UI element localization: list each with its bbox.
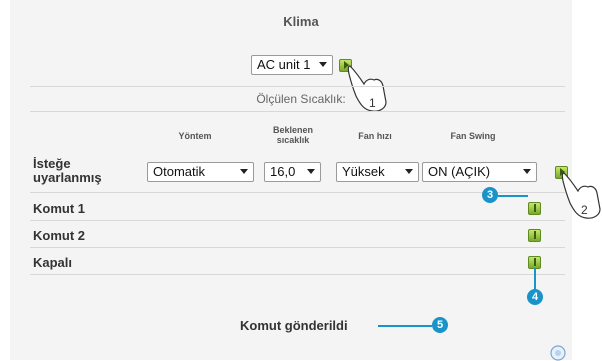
command-1-label: Komut 1 bbox=[33, 201, 85, 216]
custom-row-label: İsteğe uyarlanmış bbox=[33, 157, 102, 185]
callout-5-line bbox=[378, 325, 432, 327]
column-mode: Yöntem bbox=[178, 131, 212, 141]
divider-top bbox=[30, 86, 565, 87]
callout-5: 5 bbox=[432, 317, 448, 333]
callout-3: 3 bbox=[482, 187, 498, 203]
hand-cursor-icon bbox=[347, 65, 387, 112]
setpoint-select-value: 16,0 bbox=[270, 164, 296, 179]
chevron-down-icon bbox=[523, 169, 531, 174]
callout-4-line bbox=[534, 268, 536, 290]
fan-swing-select-value: ON (AÇIK) bbox=[428, 164, 491, 179]
callout-3-line bbox=[498, 195, 528, 197]
column-setpoint-line2: sıcaklık bbox=[276, 135, 310, 145]
chevron-down-icon bbox=[240, 169, 248, 174]
column-setpoint: Beklenen sıcaklık bbox=[258, 125, 328, 145]
callout-2: 2 bbox=[581, 203, 588, 217]
fan-swing-select[interactable]: ON (AÇIK) bbox=[422, 162, 537, 182]
chevron-down-icon bbox=[405, 169, 413, 174]
chevron-down-icon bbox=[319, 62, 327, 67]
unit-select[interactable]: AC unit 1 bbox=[251, 55, 333, 75]
column-fan-swing: Fan Swing bbox=[450, 131, 496, 141]
divider-measured bbox=[30, 111, 565, 112]
send-command-2-button[interactable] bbox=[528, 229, 541, 242]
send-command-1-button[interactable] bbox=[528, 202, 541, 215]
info-icon[interactable] bbox=[550, 345, 566, 361]
command-2-label: Komut 2 bbox=[33, 228, 85, 243]
page-title: Klima bbox=[283, 14, 319, 29]
setpoint-select[interactable]: 16,0 bbox=[264, 162, 321, 182]
column-setpoint-line1: Beklenen bbox=[272, 125, 314, 135]
custom-row-label-line2: uyarlanmış bbox=[33, 170, 102, 185]
fan-speed-select[interactable]: Yüksek bbox=[336, 162, 419, 182]
divider-off bbox=[30, 274, 565, 275]
column-fan-speed: Fan hızı bbox=[358, 131, 392, 141]
custom-row-label-line1: İsteğe bbox=[33, 156, 71, 171]
fan-speed-select-value: Yüksek bbox=[342, 164, 385, 179]
unit-select-value: AC unit 1 bbox=[257, 57, 311, 72]
callout-4: 4 bbox=[527, 289, 543, 305]
mode-select-value: Otomatik bbox=[153, 164, 206, 179]
off-command-label: Kapalı bbox=[33, 255, 73, 270]
chevron-down-icon bbox=[307, 169, 315, 174]
divider-command-2 bbox=[30, 247, 565, 248]
mode-select[interactable]: Otomatik bbox=[147, 162, 254, 182]
divider-command-1 bbox=[30, 220, 565, 221]
measured-temperature-label: Ölçülen Sıcaklık: bbox=[256, 92, 346, 106]
status-text: Komut gönderildi bbox=[240, 318, 348, 333]
